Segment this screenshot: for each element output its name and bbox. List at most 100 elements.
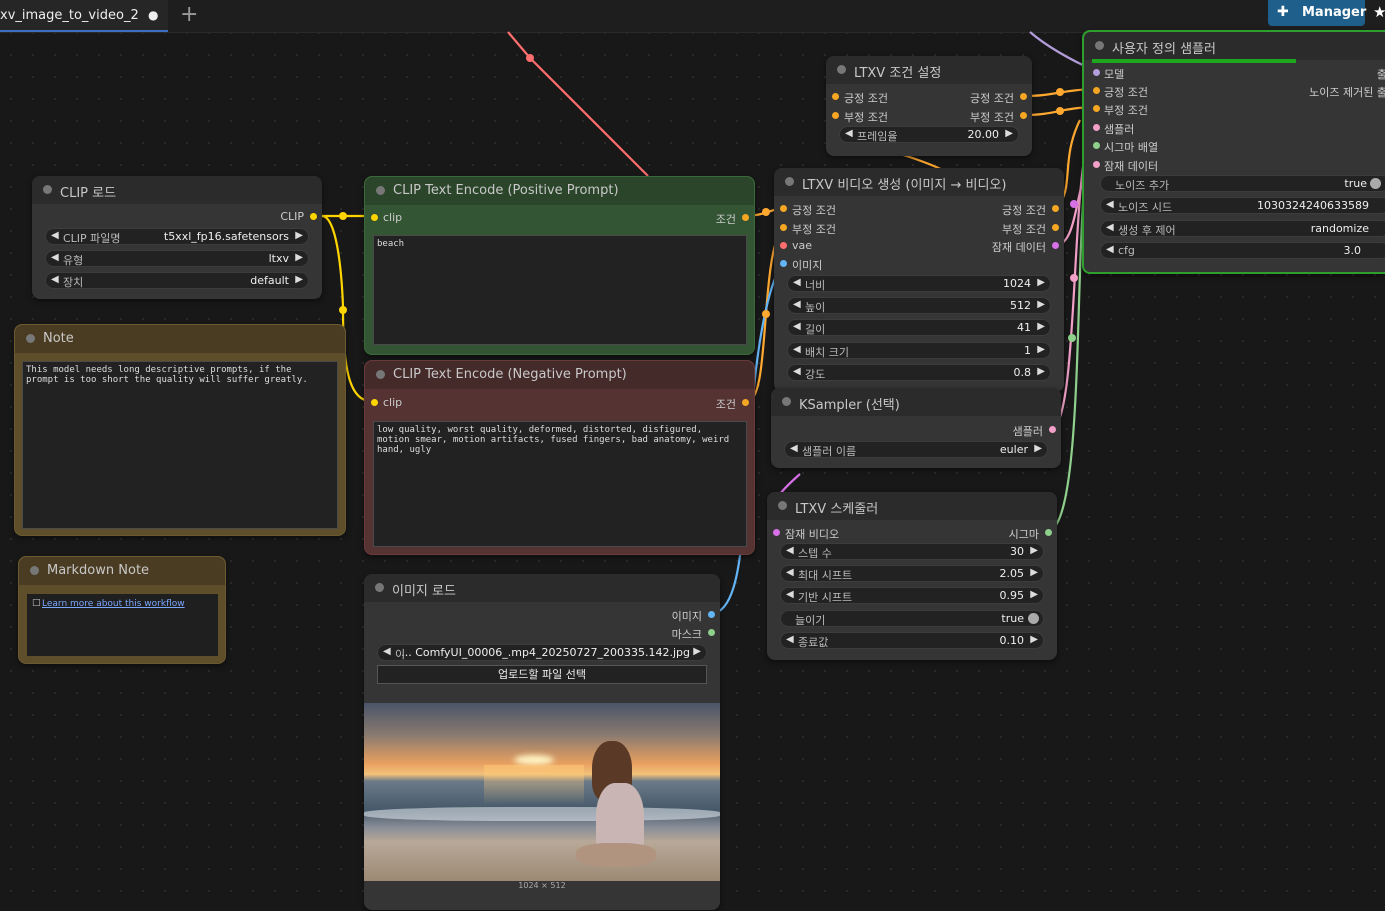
image-load-node[interactable]: 이미지 로드 이미지 마스크 ◀ 이... ComfyUI_00006_.mp4_… xyxy=(364,574,720,910)
output-sampler-slot[interactable] xyxy=(1049,426,1056,433)
steps-widget[interactable]: ◀ 스텝 수 30 ▶ xyxy=(780,543,1044,560)
stretch-toggle[interactable]: 늘이기 true xyxy=(780,610,1044,627)
width-widget[interactable]: ◀ 너비 1024 ▶ xyxy=(787,275,1051,292)
length-widget[interactable]: ◀ 길이 41 ▶ xyxy=(787,319,1051,336)
ksampler-select-node[interactable]: KSampler (선택) 샘플러 ◀ 샘플러 이름 euler ▶ xyxy=(771,388,1061,468)
input-negative-slot[interactable] xyxy=(1093,105,1100,112)
node-header: CLIP 로드 xyxy=(32,176,322,204)
node-title: 사용자 정의 샘플러 xyxy=(1112,42,1216,57)
node-header: CLIP Text Encode (Positive Prompt) xyxy=(365,177,754,205)
output-clip-slot[interactable] xyxy=(310,213,317,220)
input-clip-slot[interactable] xyxy=(371,214,378,221)
output-sigmas-label: 시그마 xyxy=(1008,528,1039,541)
base-shift-widget[interactable]: ◀ 기반 시프트 0.95 ▶ xyxy=(780,587,1044,604)
note-text[interactable]: This model needs long descriptive prompt… xyxy=(22,361,338,529)
ltxv-scheduler-node[interactable]: LTXV 스케줄러 잠재 비디오 시그마 ◀ 스텝 수 30 ▶ ◀ 최대 시프트 2.0… xyxy=(767,492,1057,660)
node-header: LTXV 스케줄러 xyxy=(767,492,1057,520)
add-noise-toggle[interactable]: 노이즈 추가 true xyxy=(1100,175,1385,192)
markdown-body: □ Learn more about this workflow xyxy=(27,594,218,656)
input-clip-label: clip xyxy=(383,211,403,224)
input-latent-label: 잠재 데이터 xyxy=(1104,160,1159,173)
node-header: LTXV 조건 설정 xyxy=(826,56,1032,84)
output-latent-slot[interactable] xyxy=(1052,242,1059,249)
workflow-link[interactable]: Learn more about this workflow xyxy=(42,599,185,609)
input-positive-label: 긍정 조건 xyxy=(792,204,836,217)
output-cond-label: 조건 xyxy=(715,213,736,226)
node-title: LTXV 조건 설정 xyxy=(854,66,942,81)
input-negative-label: 부정 조건 xyxy=(844,111,888,124)
ltxv-conditioning-node[interactable]: LTXV 조건 설정 긍정 조건 긍정 조건 부정 조건 부정 조건 ◀ 프레임율… xyxy=(826,56,1032,156)
input-sampler-label: 샘플러 xyxy=(1104,123,1135,136)
node-title: LTXV 스케줄러 xyxy=(795,502,879,517)
strength-widget[interactable]: ◀ 강도 0.8 ▶ xyxy=(787,364,1051,381)
node-header: KSampler (선택) xyxy=(771,388,1061,416)
input-positive-slot[interactable] xyxy=(832,93,839,100)
output-negative-label: 부정 조건 xyxy=(970,111,1014,124)
input-negative-slot[interactable] xyxy=(780,224,787,231)
node-header: 사용자 정의 샘플러 xyxy=(1084,32,1385,60)
link-vae xyxy=(507,31,649,177)
output-positive-slot[interactable] xyxy=(1052,205,1059,212)
negative-prompt-text[interactable]: low quality, worst quality, deformed, di… xyxy=(373,421,747,547)
output-denoised-label: 노이즈 제거된 출 xyxy=(1309,86,1385,99)
toggle-knob-icon xyxy=(1028,613,1039,624)
output-negative-slot[interactable] xyxy=(1052,224,1059,231)
output-mask-label: 마스크 xyxy=(671,628,702,641)
batch-size-widget[interactable]: ◀ 배치 크기 1 ▶ xyxy=(787,342,1051,359)
upload-file-button[interactable]: 업로드할 파일 선택 xyxy=(377,665,707,684)
node-title: Note xyxy=(43,331,74,346)
progress-bar xyxy=(1092,59,1296,63)
toggle-knob-icon xyxy=(1370,178,1381,189)
output-image-label: 이미지 xyxy=(671,610,702,623)
output-cond-slot[interactable] xyxy=(742,399,749,406)
bullet-icon: □ xyxy=(32,598,41,608)
image-file-widget[interactable]: ◀ 이... ComfyUI_00006_.mp4_20250727_200335… xyxy=(377,644,707,661)
note-node[interactable]: Note This model needs long descriptive p… xyxy=(14,324,346,536)
node-title: CLIP 로드 xyxy=(60,186,117,201)
noise-seed-widget[interactable]: ◀ 노이즈 시드 1030324240633589 xyxy=(1100,197,1385,214)
height-widget[interactable]: ◀ 높이 512 ▶ xyxy=(787,297,1051,314)
input-positive-slot[interactable] xyxy=(1093,87,1100,94)
sampler-name-widget[interactable]: ◀ 샘플러 이름 euler ▶ xyxy=(784,441,1048,458)
input-latent-slot[interactable] xyxy=(773,529,780,536)
positive-prompt-text[interactable]: beach xyxy=(373,235,747,345)
clip-loader-node[interactable]: CLIP 로드 CLIP ◀ CLIP 파일명 t5xxl_fp16.safeten… xyxy=(32,176,322,299)
custom-sampler-node[interactable]: 사용자 정의 샘플러 모델 출 긍정 조건 노이즈 제거된 출 부정 조건 샘플… xyxy=(1082,30,1385,274)
control-after-generate-widget[interactable]: ◀ 생성 후 제어 randomize xyxy=(1100,220,1385,237)
node-header: Note xyxy=(15,325,345,353)
output-positive-label: 긍정 조건 xyxy=(970,92,1014,105)
markdown-note-node[interactable]: Markdown Note □ Learn more about this wo… xyxy=(18,556,226,664)
output-positive-slot[interactable] xyxy=(1020,93,1027,100)
node-title: Markdown Note xyxy=(47,563,150,578)
ltxv-img2video-node[interactable]: LTXV 비디오 생성 (이미지 → 비디오) 긍정 조건 긍정 조건 부정 조… xyxy=(774,168,1064,392)
input-vae-slot[interactable] xyxy=(780,242,787,249)
output-negative-slot[interactable] xyxy=(1020,112,1027,119)
max-shift-widget[interactable]: ◀ 최대 시프트 2.05 ▶ xyxy=(780,565,1044,582)
input-latent-slot[interactable] xyxy=(1093,161,1100,168)
input-positive-label: 긍정 조건 xyxy=(844,92,888,105)
input-clip-slot[interactable] xyxy=(371,399,378,406)
output-image-slot[interactable] xyxy=(708,611,715,618)
input-negative-slot[interactable] xyxy=(832,112,839,119)
image-size-label: 1024 × 512 xyxy=(518,881,566,890)
input-positive-slot[interactable] xyxy=(780,205,787,212)
clip-device-widget[interactable]: ◀ 장치 default ▶ xyxy=(45,272,309,289)
clip-type-widget[interactable]: ◀ 유형 ltxv ▶ xyxy=(45,250,309,267)
negative-prompt-node[interactable]: CLIP Text Encode (Negative Prompt) clip … xyxy=(364,360,755,555)
terminal-widget[interactable]: ◀ 종료값 0.10 ▶ xyxy=(780,632,1044,649)
output-mask-slot[interactable] xyxy=(708,629,715,636)
input-sigmas-slot[interactable] xyxy=(1093,142,1100,149)
positive-prompt-node[interactable]: CLIP Text Encode (Positive Prompt) clip … xyxy=(364,176,755,355)
input-negative-label: 부정 조건 xyxy=(792,223,836,236)
input-image-slot[interactable] xyxy=(780,260,787,267)
output-cond-slot[interactable] xyxy=(742,214,749,221)
output-clip-label: CLIP xyxy=(280,210,304,223)
clip-file-widget[interactable]: ◀ CLIP 파일명 t5xxl_fp16.safetensors ▶ xyxy=(45,228,309,245)
node-header: CLIP Text Encode (Negative Prompt) xyxy=(365,361,754,389)
input-model-slot[interactable] xyxy=(1093,69,1100,76)
output-sigmas-slot[interactable] xyxy=(1045,529,1052,536)
input-sampler-slot[interactable] xyxy=(1093,124,1100,131)
frame-rate-widget[interactable]: ◀ 프레임율 20.00 ▶ xyxy=(839,126,1019,143)
node-header: Markdown Note xyxy=(19,557,225,585)
cfg-widget[interactable]: ◀ cfg 3.0 xyxy=(1100,242,1385,259)
